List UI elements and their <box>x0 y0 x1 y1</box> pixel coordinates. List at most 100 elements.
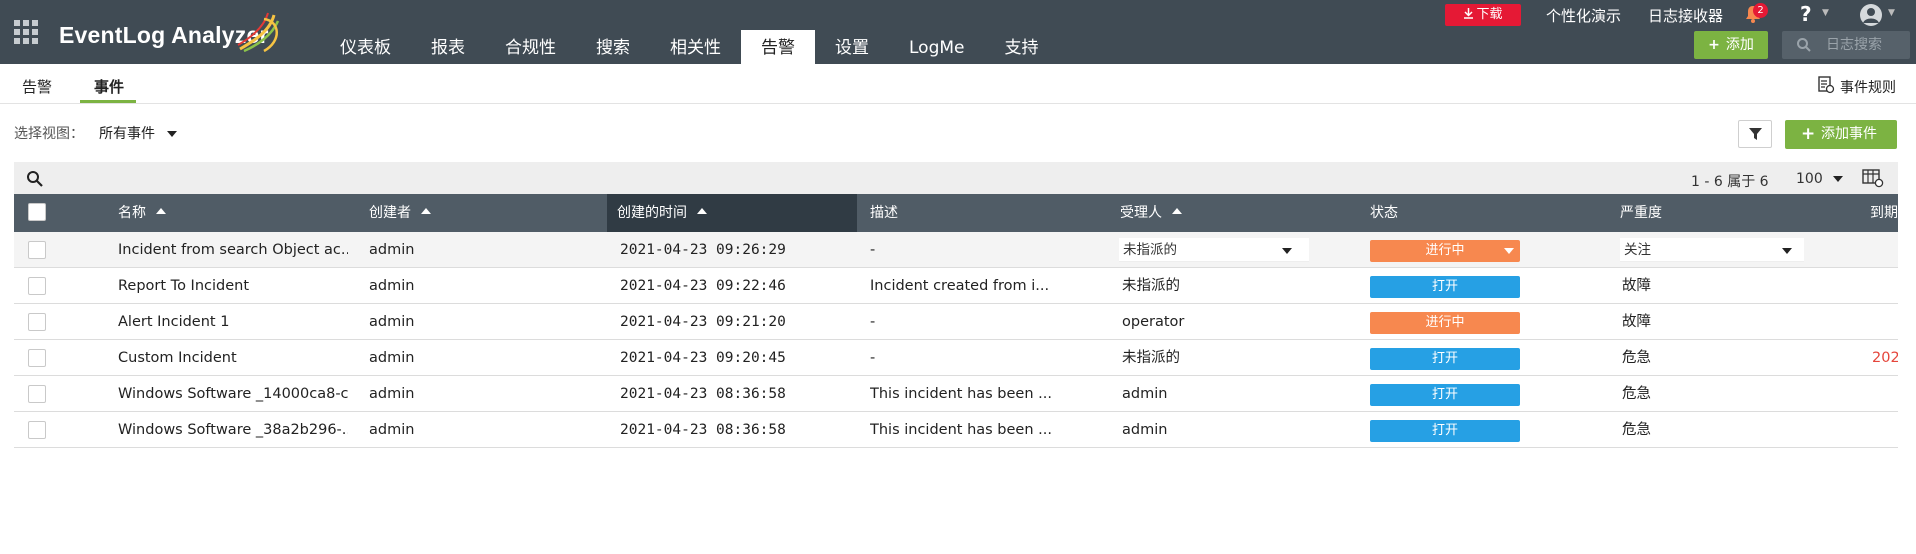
status-badge: 打开 <box>1370 276 1520 298</box>
column-due[interactable]: 到期 <box>1862 194 1898 232</box>
table-row[interactable]: Incident from search Object ac... admin … <box>14 232 1898 268</box>
column-name[interactable]: 名称 <box>108 194 304 232</box>
column-created-time-label: 创建的时间 <box>617 205 687 221</box>
created-time-cell: 2021-04-23 09:26:29 <box>620 242 786 258</box>
creator-cell: admin <box>369 242 415 258</box>
assignee-cell: 未指派的 <box>1122 278 1180 294</box>
view-select[interactable]: 所有事件 <box>99 123 178 143</box>
row-checkbox[interactable] <box>28 349 46 367</box>
status-badge: 打开 <box>1370 348 1520 370</box>
created-time-cell: 2021-04-23 09:22:46 <box>620 278 786 294</box>
incident-name-link[interactable]: Windows Software _14000ca8-c... <box>118 376 348 412</box>
table-row[interactable]: Windows Software _14000ca8-c... admin 20… <box>14 376 1898 412</box>
rules-icon[interactable] <box>1817 76 1835 94</box>
incident-name-link[interactable]: Incident from search Object ac... <box>118 232 348 268</box>
nav-logme[interactable]: LogMe <box>889 30 985 64</box>
column-description[interactable]: 描述 <box>860 194 1060 232</box>
description-cell: - <box>870 242 876 258</box>
sort-asc-icon <box>421 208 431 214</box>
help-icon[interactable]: ? <box>1800 2 1812 26</box>
tab-incidents[interactable]: 事件 <box>94 76 124 97</box>
nav-dashboard[interactable]: 仪表板 <box>320 30 411 64</box>
status-badge: 打开 <box>1370 420 1520 442</box>
creator-cell: admin <box>369 386 415 402</box>
incident-name-link[interactable]: Alert Incident 1 <box>118 304 348 340</box>
filter-button[interactable] <box>1738 120 1772 148</box>
log-search-box[interactable] <box>1782 31 1910 59</box>
column-severity[interactable]: 严重度 <box>1610 194 1810 232</box>
column-assignee-label: 受理人 <box>1120 205 1162 221</box>
table-toolbar <box>14 162 1898 194</box>
assignee-cell: admin <box>1122 386 1168 402</box>
column-status-label: 状态 <box>1370 205 1398 221</box>
table-search-icon[interactable] <box>26 170 44 188</box>
nav-support[interactable]: 支持 <box>985 30 1059 64</box>
severity-value: 关注 <box>1624 242 1651 258</box>
notification-badge: 2 <box>1753 3 1768 18</box>
add-incident-label: 添加事件 <box>1821 126 1877 142</box>
sub-tabs: 告警 事件 事件规则 <box>0 64 1916 104</box>
app-grid-icon[interactable] <box>14 20 38 44</box>
row-checkbox[interactable] <box>28 385 46 403</box>
user-chevron-down-icon[interactable]: ▼ <box>1888 8 1895 18</box>
row-checkbox[interactable] <box>28 241 46 259</box>
severity-cell: 危急 <box>1622 422 1651 438</box>
incident-name-link[interactable]: Custom Incident <box>118 340 348 376</box>
table-row[interactable]: Report To Incident admin 2021-04-23 09:2… <box>14 268 1898 304</box>
nav-search[interactable]: 搜索 <box>576 30 650 64</box>
table-row[interactable]: Alert Incident 1 admin 2021-04-23 09:21:… <box>14 304 1898 340</box>
severity-cell: 危急 <box>1622 386 1651 402</box>
download-label: 下载 <box>1476 7 1503 22</box>
chevron-down-icon <box>1504 248 1514 254</box>
view-label: 选择视图： <box>14 126 84 142</box>
description-cell: - <box>870 314 876 330</box>
status-label: 进行中 <box>1425 243 1465 258</box>
column-description-label: 描述 <box>870 205 898 221</box>
creator-cell: admin <box>369 422 415 438</box>
incident-rules-link[interactable]: 事件规则 <box>1840 77 1896 97</box>
add-button[interactable]: + 添加 <box>1694 31 1768 59</box>
created-time-cell: 2021-04-23 09:20:45 <box>620 350 786 366</box>
column-assignee[interactable]: 受理人 <box>1110 194 1310 232</box>
column-creator-label: 创建者 <box>369 205 411 221</box>
table-row[interactable]: Windows Software _38a2b296-... admin 202… <box>14 412 1898 448</box>
help-chevron-down-icon[interactable]: ▼ <box>1822 8 1829 18</box>
incident-name-link[interactable]: Windows Software _38a2b296-... <box>118 412 348 448</box>
created-time-cell: 2021-04-23 08:36:58 <box>620 422 786 438</box>
nav-correlation[interactable]: 相关性 <box>650 30 741 64</box>
table-row[interactable]: Custom Incident admin 2021-04-23 09:20:4… <box>14 340 1898 376</box>
active-tab-indicator <box>80 100 136 103</box>
top-navigation-bar: EventLog Analyzer 仪表板 报表 合规性 搜索 相关性 告警 设… <box>0 0 1916 64</box>
assignee-cell: 未指派的 <box>1122 350 1180 366</box>
creator-cell: admin <box>369 350 415 366</box>
per-page-select[interactable]: 100 <box>1796 171 1844 187</box>
row-checkbox[interactable] <box>28 313 46 331</box>
nav-reports[interactable]: 报表 <box>411 30 485 64</box>
tab-alerts[interactable]: 告警 <box>22 76 52 97</box>
nav-alerts[interactable]: 告警 <box>741 30 815 64</box>
column-created-time[interactable]: 创建的时间 <box>607 194 857 232</box>
assignee-cell: operator <box>1122 314 1185 330</box>
status-badge: 打开 <box>1370 384 1520 406</box>
assignee-select[interactable]: 未指派的 <box>1119 238 1309 262</box>
row-checkbox[interactable] <box>28 277 46 295</box>
log-search-input[interactable] <box>1826 35 1906 55</box>
column-settings-icon[interactable] <box>1862 168 1884 188</box>
column-status[interactable]: 状态 <box>1360 194 1560 232</box>
download-button[interactable]: 下载 <box>1445 4 1521 26</box>
row-checkbox[interactable] <box>28 421 46 439</box>
personalized-demo-link[interactable]: 个性化演示 <box>1546 5 1621 26</box>
column-creator[interactable]: 创建者 <box>359 194 555 232</box>
pagination-range: 1 - 6 属于 6 <box>1691 174 1769 190</box>
nav-settings[interactable]: 设置 <box>815 30 889 64</box>
user-avatar-icon[interactable] <box>1860 4 1882 26</box>
severity-cell: 故障 <box>1622 314 1651 330</box>
log-receiver-link[interactable]: 日志接收器 <box>1648 5 1723 26</box>
incident-name-link[interactable]: Report To Incident <box>118 268 348 304</box>
nav-compliance[interactable]: 合规性 <box>485 30 576 64</box>
add-incident-button[interactable]: + 添加事件 <box>1785 120 1897 149</box>
status-dropdown[interactable]: 进行中 <box>1370 240 1520 262</box>
chevron-down-icon <box>167 131 178 137</box>
select-all-checkbox[interactable] <box>28 203 46 221</box>
severity-select[interactable]: 关注 <box>1620 238 1804 262</box>
